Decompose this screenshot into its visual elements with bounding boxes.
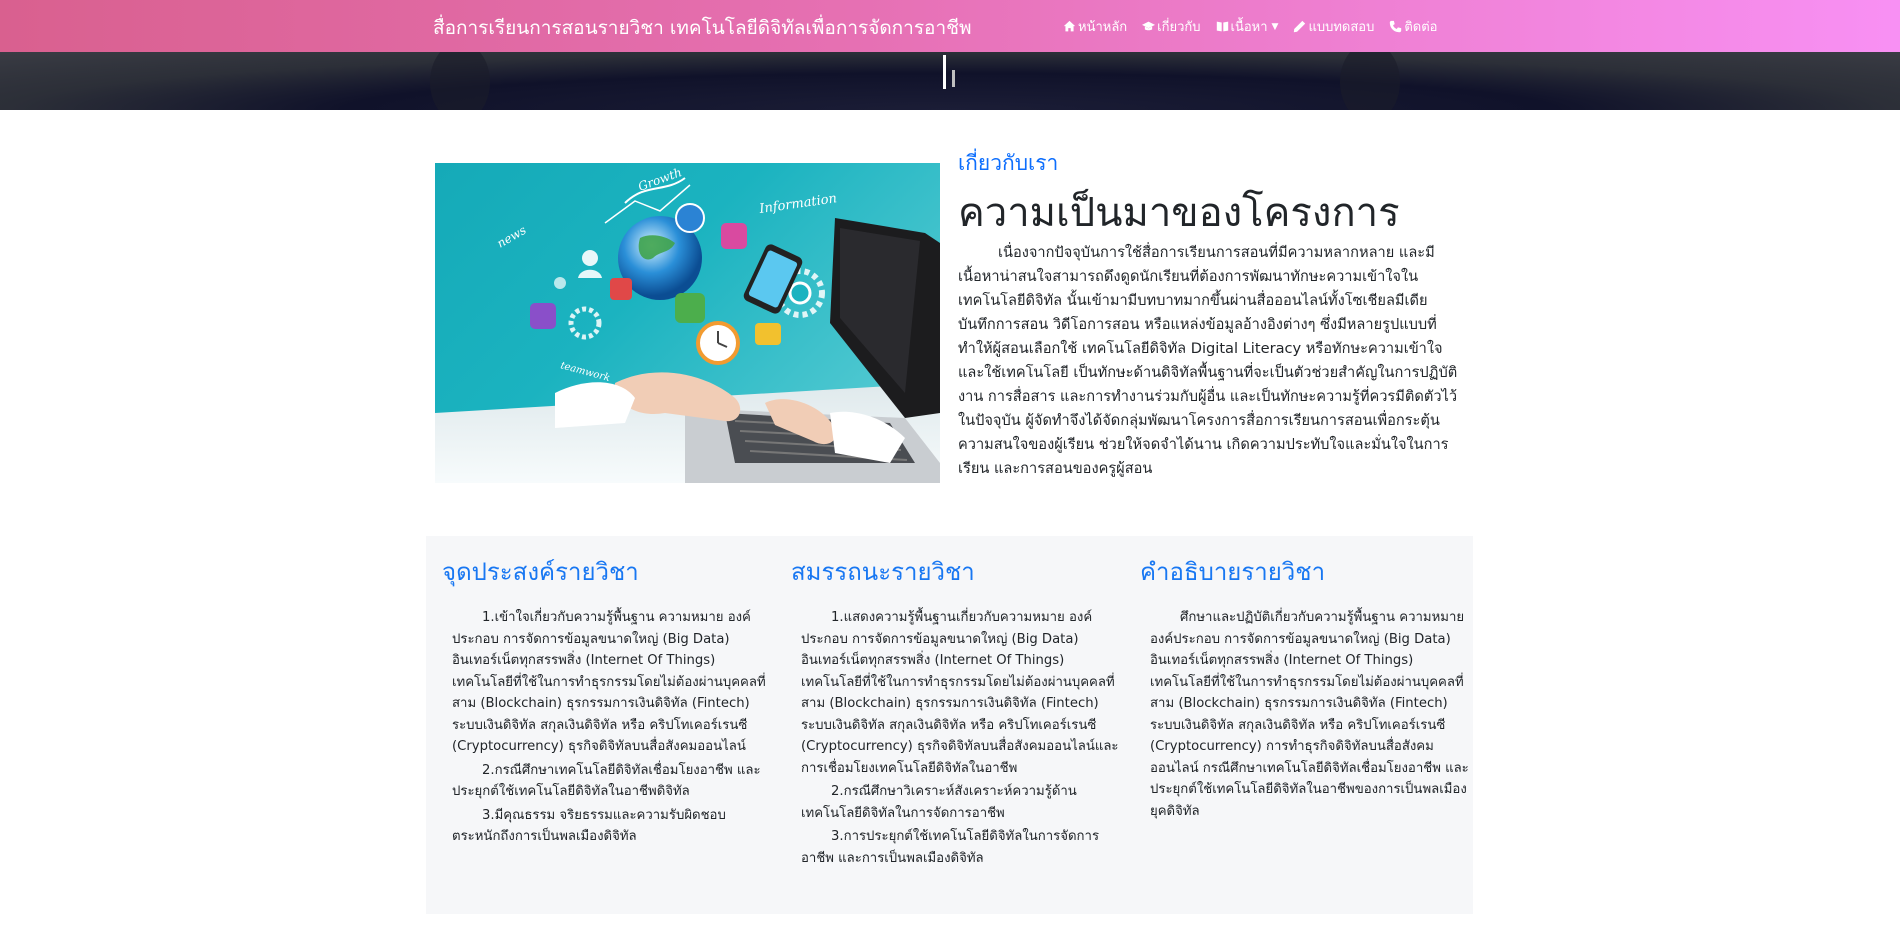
card-description-title: คำอธิบายรายวิชา — [1140, 558, 1326, 586]
nav-link-home[interactable]: หน้าหลัก — [1063, 16, 1127, 37]
hero-decoration — [430, 52, 490, 110]
nav-links: หน้าหลัก เกี่ยวกับ เนื้อหา ▼ แบบทดสอบ ติ… — [1063, 16, 1438, 37]
card-description: คำอธิบายรายวิชา ศึกษาและปฏิบัติเกี่ยวกับ… — [1140, 552, 1470, 824]
card-description-paragraph: ศึกษาและปฏิบัติเกี่ยวกับความรู้พื้นฐาน ค… — [1150, 610, 1469, 819]
home-icon — [1063, 20, 1076, 32]
hero-decoration — [1340, 52, 1400, 110]
nav-link-content-label: เนื้อหา — [1230, 20, 1268, 35]
nav-link-home-label: หน้าหลัก — [1078, 20, 1128, 35]
nav-link-quiz-label: แบบทดสอบ — [1308, 20, 1375, 35]
nav-link-contact-label: ติดต่อ — [1404, 20, 1438, 35]
nav-link-about-label: เกี่ยวกับ — [1157, 20, 1201, 35]
nav-link-quiz[interactable]: แบบทดสอบ — [1293, 16, 1374, 37]
card-competencies-paragraph: 2.กรณีศึกษาวิเคราะห์สังเคราะห์ความรู้ด้า… — [801, 784, 1077, 821]
about-subtitle: เกี่ยวกับเรา — [958, 151, 1059, 175]
book-icon — [1216, 21, 1228, 32]
card-objectives-paragraph: 2.กรณีศึกษาเทคโนโลยีดิจิทัลเชื่อมโยงอาชี… — [452, 762, 761, 800]
image-text-growth: Growth — [636, 165, 683, 194]
site-brand[interactable]: สื่อการเรียนการสอนรายวิชา เทคโนโลยีดิจิท… — [433, 13, 972, 43]
card-competencies-paragraph: 1.แสดงความรู้พื้นฐานเกี่ยวกับความหมาย อง… — [801, 610, 1119, 776]
typing-cursor-shadow — [952, 70, 955, 87]
card-competencies-paragraph: 3.การประยุกต์ใช้เทคโนโลยีดิจิทัลในการจัด… — [801, 829, 1100, 866]
image-text-information: Information — [757, 191, 837, 217]
typing-cursor — [943, 55, 946, 89]
card-objectives-paragraph: 1.เข้าใจเกี่ยวกับความรู้พื้นฐาน ความหมาย… — [452, 610, 766, 754]
about-title: ความเป็นมาของโครงการ — [958, 190, 1400, 236]
card-objectives: จุดประสงค์รายวิชา 1.เข้าใจเกี่ยวกับความร… — [442, 552, 772, 850]
laptop-technology-illustration: Growth Information news teamwork — [435, 165, 940, 483]
nav-link-about[interactable]: เกี่ยวกับ — [1142, 16, 1201, 37]
hero-banner — [0, 52, 1900, 110]
nav-link-contact[interactable]: ติดต่อ — [1389, 16, 1438, 37]
card-objectives-title: จุดประสงค์รายวิชา — [442, 558, 639, 586]
phone-icon — [1390, 20, 1402, 33]
top-navbar: สื่อการเรียนการสอนรายวิชา เทคโนโลยีดิจิท… — [0, 0, 1900, 52]
card-objectives-paragraph: 3.มีคุณธรรม จริยธรรมและความรับผิดชอบ ตระ… — [452, 807, 726, 845]
nav-link-content-dropdown[interactable]: เนื้อหา ▼ — [1216, 16, 1279, 37]
graduation-cap-icon — [1142, 21, 1156, 31]
image-text-teamwork: teamwork — [559, 360, 611, 384]
chevron-down-icon: ▼ — [1271, 21, 1279, 32]
pencil-icon — [1294, 20, 1306, 33]
about-illustration: Growth Information news teamwork — [435, 163, 940, 483]
about-body: เนื่องจากปัจจุบันการใช้สื่อการเรียนการสอ… — [958, 244, 1458, 477]
image-text-news: news — [495, 223, 529, 251]
course-info-section: จุดประสงค์รายวิชา 1.เข้าใจเกี่ยวกับความร… — [426, 536, 1473, 914]
card-competencies: สมรรถนะรายวิชา 1.แสดงความรู้พื้นฐานเกี่ย… — [791, 552, 1121, 871]
card-competencies-title: สมรรถนะรายวิชา — [791, 558, 975, 586]
